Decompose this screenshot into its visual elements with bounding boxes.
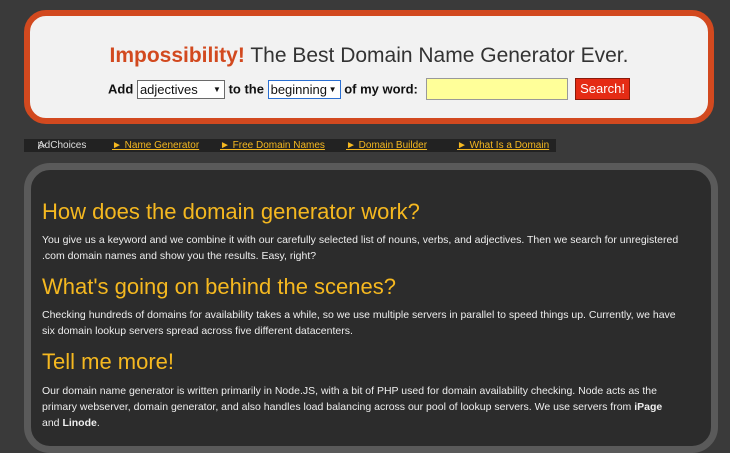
nav-link-domain-builder[interactable]: ► Domain Builder bbox=[346, 139, 427, 152]
add-label: Add bbox=[108, 81, 134, 97]
word-type-value: adjectives bbox=[139, 81, 198, 97]
nav-bar: AdChoices ▷ ► Name Generator ► Free Doma… bbox=[24, 139, 556, 152]
dropdown-arrow-icon: ▼ bbox=[328, 84, 337, 94]
section-heading-how: How does the domain generator work? bbox=[42, 199, 420, 224]
search-button[interactable]: Search! bbox=[575, 78, 630, 100]
tagline: The Best Domain Name Generator Ever. bbox=[244, 44, 629, 67]
section-heading-more: Tell me more! bbox=[42, 349, 175, 374]
section-body-behind: Checking hundreds of domains for availab… bbox=[42, 309, 676, 337]
adchoices-icon: ▷ bbox=[38, 140, 46, 151]
position-select[interactable]: beginning ▼ bbox=[267, 79, 341, 99]
word-type-select[interactable]: adjectives ▼ bbox=[136, 79, 225, 99]
section-heading-behind: What's going on behind the scenes? bbox=[42, 274, 396, 299]
header-panel: Impossibility! The Best Domain Name Gene… bbox=[24, 10, 714, 124]
position-value: beginning bbox=[270, 81, 327, 97]
nav-link-what-is-a-domain[interactable]: ► What Is a Domain bbox=[457, 139, 549, 152]
page-title: Impossibility! The Best Domain Name Gene… bbox=[30, 44, 708, 68]
brand-name: Impossibility! bbox=[109, 44, 245, 67]
section-body-how: You give us a keyword and we combine it … bbox=[42, 234, 679, 262]
generator-form: Add adjectives ▼ to the beginning ▼ of my … bbox=[30, 78, 708, 100]
word-label: of my word: bbox=[344, 81, 418, 97]
dropdown-arrow-icon: ▼ bbox=[213, 84, 221, 94]
to-label: to the bbox=[228, 81, 264, 97]
keyword-input[interactable] bbox=[425, 78, 568, 100]
ipage-text: iPage bbox=[634, 401, 663, 413]
section-body-more: Our domain name generator is written pri… bbox=[42, 385, 663, 429]
nav-link-free-domain-names[interactable]: ► Free Domain Names bbox=[220, 139, 325, 152]
nav-link-name-generator[interactable]: ► Name Generator bbox=[112, 139, 199, 152]
linode-text: Linode bbox=[62, 417, 97, 429]
